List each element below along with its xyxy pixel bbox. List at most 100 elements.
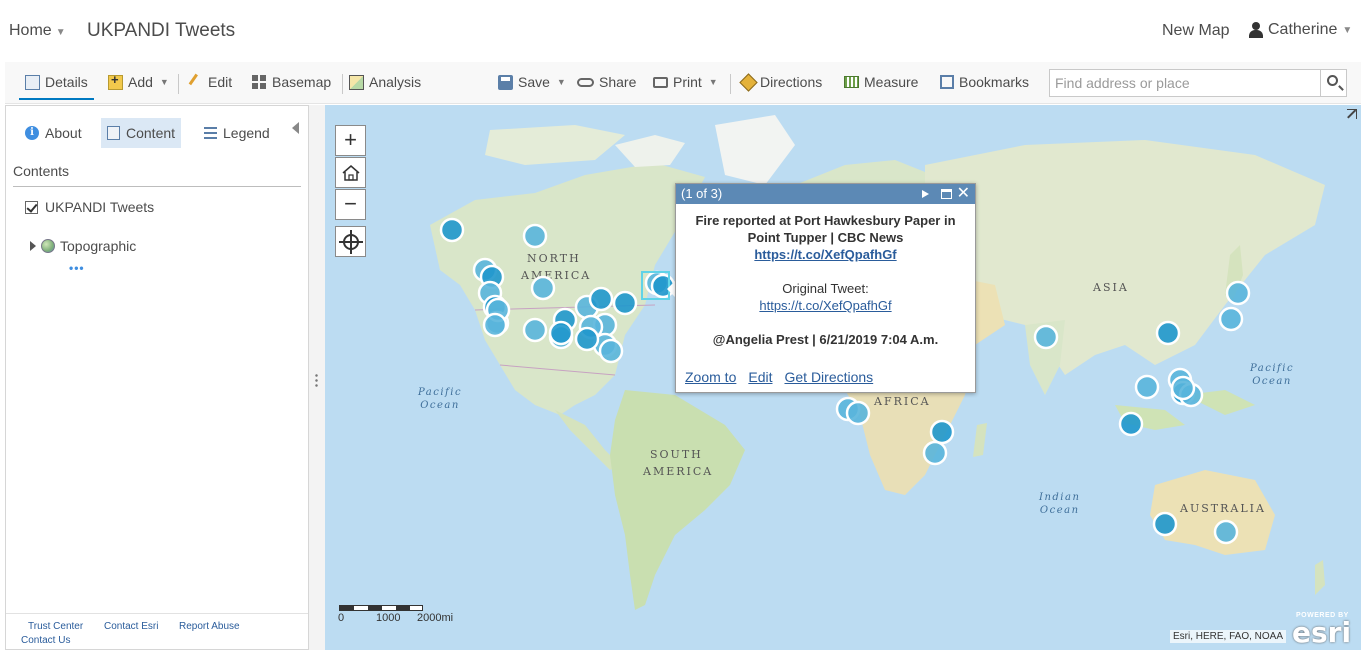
chevron-down-icon: ▼ — [159, 77, 169, 87]
user-name: Catherine — [1268, 21, 1338, 38]
printer-icon — [653, 76, 668, 88]
tab-content-label: Content — [126, 125, 176, 141]
original-tweet-link[interactable]: https://t.co/XefQpafhGf — [686, 297, 965, 314]
popup-body: Fire reported at Port Hawkesbury Paper i… — [676, 204, 975, 348]
popup-title: Fire reported at Port Hawkesbury Paper i… — [686, 212, 965, 263]
popup-author-line: @Angelia Prest | 6/21/2019 7:04 A.m. — [712, 332, 939, 347]
next-feature-icon[interactable] — [922, 190, 929, 198]
zoom-to-link[interactable]: Zoom to — [685, 369, 736, 385]
tweet-marker[interactable] — [530, 275, 556, 301]
trust-center-link[interactable]: Trust Center — [28, 621, 83, 632]
bookmarks-label: Bookmarks — [959, 74, 1030, 90]
save-icon — [498, 74, 513, 90]
tweet-marker[interactable] — [522, 317, 548, 343]
tweet-marker[interactable] — [1225, 280, 1251, 306]
add-icon — [108, 72, 123, 90]
tweet-marker[interactable] — [1155, 320, 1181, 346]
layer-name[interactable]: UKPANDI Tweets — [45, 199, 154, 215]
tweet-marker[interactable] — [588, 286, 614, 312]
add-label: Add — [128, 74, 153, 90]
scale-label-mid: 1000 — [376, 612, 401, 624]
popup-counter: (1 of 3) — [681, 186, 723, 201]
search-input[interactable] — [1050, 70, 1322, 96]
home-menu[interactable]: Home ▼ — [9, 22, 66, 40]
tweet-marker[interactable] — [845, 400, 871, 426]
contact-us-link[interactable]: Contact Us — [21, 635, 70, 646]
tab-content[interactable]: Content — [101, 118, 182, 148]
save-button[interactable]: Save ▼ — [498, 74, 566, 90]
collapse-panel-icon[interactable] — [292, 122, 299, 134]
tweet-marker[interactable] — [1213, 519, 1239, 545]
maximize-icon[interactable] — [941, 189, 952, 199]
tweet-marker[interactable] — [439, 217, 465, 243]
print-button[interactable]: Print ▼ — [653, 74, 718, 90]
tab-about-label: About — [45, 125, 82, 141]
expand-arrow-icon[interactable] — [30, 241, 36, 251]
add-button[interactable]: Add ▼ — [108, 72, 169, 90]
edit-button[interactable]: Edit — [188, 73, 233, 91]
tweet-marker[interactable] — [1218, 306, 1244, 332]
content-icon — [107, 126, 120, 140]
layer-visibility-checkbox[interactable] — [25, 200, 38, 214]
tab-legend[interactable]: Legend — [198, 118, 276, 148]
side-panel: i About Content Legend Contents UKPANDI T… — [5, 105, 309, 650]
chevron-down-icon: ▼ — [1342, 24, 1353, 36]
tweet-marker[interactable] — [522, 223, 548, 249]
more-options-icon[interactable]: ••• — [69, 261, 85, 275]
analysis-button[interactable]: Analysis — [349, 74, 421, 90]
ruler-icon — [844, 76, 859, 88]
top-bar: Home ▼ UKPANDI Tweets New Map Catherine ▼ — [0, 0, 1366, 62]
map-view[interactable]: + − NORTH AMERICA SOUTH AMERICA AFRICA A… — [325, 105, 1361, 650]
tweet-marker[interactable] — [1134, 374, 1160, 400]
get-directions-link[interactable]: Get Directions — [784, 369, 873, 385]
pencil-icon — [188, 73, 206, 91]
edit-label: Edit — [208, 74, 233, 90]
esri-wordmark: esri — [1292, 616, 1352, 649]
toolbar-divider — [730, 74, 731, 94]
original-tweet-label: Original Tweet: — [782, 281, 869, 296]
panel-splitter[interactable] — [309, 105, 325, 650]
search-button[interactable] — [1320, 70, 1346, 96]
info-icon: i — [25, 126, 39, 140]
tweet-marker[interactable] — [929, 419, 955, 445]
new-map-link[interactable]: New Map — [1162, 22, 1230, 40]
bookmark-icon — [940, 75, 954, 89]
tweet-marker[interactable] — [1118, 411, 1144, 437]
esri-logo[interactable]: POWERED BY esri — [1292, 610, 1352, 649]
scale-label-end: 2000mi — [417, 612, 454, 624]
tweet-popup: (1 of 3) ✕ Fire reported at Port Hawkesb… — [675, 183, 976, 393]
bookmarks-button[interactable]: Bookmarks — [940, 74, 1029, 90]
tweet-marker[interactable] — [612, 290, 638, 316]
tweet-marker[interactable] — [482, 312, 508, 338]
popup-actions: Zoom to Edit Get Directions — [685, 369, 873, 385]
chevron-down-icon: ▼ — [556, 77, 566, 87]
tweet-marker[interactable] — [1170, 375, 1196, 401]
tweet-marker[interactable] — [1152, 511, 1178, 537]
popup-edit-link[interactable]: Edit — [748, 369, 772, 385]
drag-handle-icon — [315, 373, 318, 389]
tweet-marker[interactable] — [922, 440, 948, 466]
basemap-button[interactable]: Basemap — [252, 74, 331, 90]
map-title: UKPANDI Tweets — [87, 20, 236, 41]
map-attribution: Esri, HERE, FAO, NOAA — [1170, 630, 1287, 643]
basemap-icon — [252, 74, 267, 90]
close-icon[interactable]: ✕ — [957, 184, 970, 204]
measure-button[interactable]: Measure — [844, 74, 918, 90]
user-menu[interactable]: Catherine ▼ — [1249, 21, 1352, 39]
popup-title-text: Fire reported at Port Hawkesbury Paper i… — [695, 213, 956, 245]
details-button[interactable]: Details — [19, 74, 94, 100]
tweet-marker[interactable] — [598, 338, 624, 364]
tweet-marker[interactable] — [1033, 324, 1059, 350]
directions-label: Directions — [760, 74, 823, 90]
tweet-marker[interactable] — [548, 320, 574, 346]
report-abuse-link[interactable]: Report Abuse — [179, 621, 240, 632]
share-button[interactable]: Share — [577, 74, 636, 90]
tweet-marker[interactable] — [574, 326, 600, 352]
contents-heading: Contents — [13, 163, 70, 179]
popup-title-link[interactable]: https://t.co/XefQpafhGf — [754, 247, 896, 262]
directions-button[interactable]: Directions — [739, 72, 823, 92]
contact-esri-link[interactable]: Contact Esri — [104, 621, 158, 632]
print-label: Print — [673, 74, 702, 90]
tab-about[interactable]: i About — [19, 118, 88, 148]
layer-name[interactable]: Topographic — [60, 238, 136, 254]
